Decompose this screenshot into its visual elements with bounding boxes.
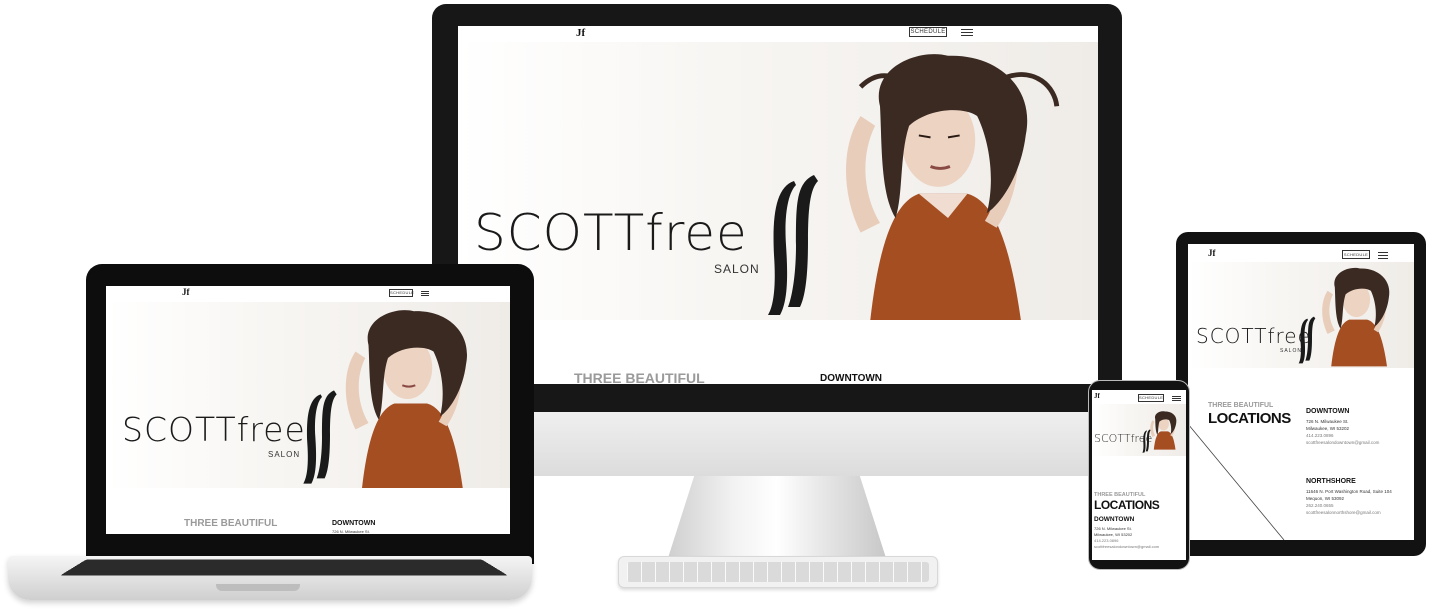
hero-section: SCOTTfree SALON: [106, 302, 510, 488]
hamburger-icon[interactable]: [1172, 396, 1181, 401]
location-name-downtown: DOWNTOWN: [332, 520, 376, 527]
hamburger-icon[interactable]: [961, 29, 973, 36]
brand-sub: SALON: [714, 262, 760, 276]
site-nav: Jf SCHEDULE: [1092, 390, 1186, 404]
schedule-button[interactable]: SCHEDULE: [909, 27, 947, 37]
imac-stand: [668, 476, 886, 558]
brand-wordmark: SCOTTfree: [474, 204, 748, 262]
location-name-northshore: NORTHSHORE: [1306, 478, 1356, 485]
imac-keyboard: [618, 556, 938, 588]
location-name-downtown: DOWNTOWN: [820, 373, 883, 384]
hero-model-image: [846, 54, 1060, 320]
hero-model-image: [1322, 267, 1390, 367]
imac-screen: Jf SCHEDULE SCOTTfree SALON THREE BEAUTI…: [458, 26, 1098, 384]
location-address1-northshore: 11646 N. Port Washington Road, Suite 104: [1306, 489, 1392, 494]
location-name-downtown: DOWNTOWN: [1094, 516, 1135, 523]
site-nav: Jf SCHEDULE: [1188, 244, 1414, 262]
location-address-downtown: 726 N. Milwaukee St.: [332, 529, 370, 534]
hero-section: SCOTTfree SALON: [1188, 262, 1414, 368]
schedule-button[interactable]: SCHEDULE: [1342, 250, 1370, 259]
location-address1-downtown: 726 N. Milwaukee St.: [1094, 526, 1132, 531]
phone-screen: Jf SCHEDULE SCOTTfree THREE BEAUTIFUL LO…: [1092, 390, 1186, 560]
schedule-button[interactable]: SCHEDULE: [1138, 394, 1164, 402]
hero-model-image: [1150, 411, 1177, 450]
location-phone-downtown[interactable]: 414.223.0896: [1094, 538, 1118, 543]
site-logo[interactable]: Jf: [182, 287, 190, 297]
hero-section: SCOTTfree: [1092, 404, 1186, 456]
laptop-notch: [216, 584, 300, 591]
location-name-downtown: DOWNTOWN: [1306, 408, 1350, 415]
location-email-downtown[interactable]: scottfreesalondowntown@gmail.com: [1094, 544, 1159, 549]
locations-heading: LOCATIONS: [1208, 410, 1291, 427]
location-address1-downtown: 726 N. Milwaukee St.: [1306, 419, 1349, 424]
three-beautiful-heading: THREE BEAUTIFUL: [574, 370, 705, 384]
brand-wordmark: SCOTTfree: [122, 410, 306, 449]
three-beautiful-heading: THREE BEAUTIFUL: [1208, 402, 1274, 409]
site-logo[interactable]: Jf: [576, 27, 585, 39]
location-email-downtown[interactable]: scottfreesalondowntown@gmail.com: [1306, 440, 1379, 445]
location-address2-downtown: Milwaukee, WI 53202: [1306, 426, 1350, 431]
location-address2-downtown: Milwaukee, WI 53202: [1094, 532, 1133, 537]
tablet-screen: Jf SCHEDULE SCOTTfree SALON THREE BEAUTI…: [1188, 244, 1414, 540]
site-nav: Jf SCHEDULE: [106, 286, 510, 300]
site-nav: Jf SCHEDULE: [458, 26, 1098, 42]
location-phone-downtown[interactable]: 414.223.0896: [1306, 433, 1334, 438]
site-logo[interactable]: Jf: [1094, 392, 1100, 400]
laptop-screen: Jf SCHEDULE SCOTTfree SALON THREE BEAUTI: [106, 286, 510, 534]
location-email-northshore[interactable]: scottfreesalonnorthshore@gmail.com: [1306, 510, 1381, 515]
hamburger-icon[interactable]: [1378, 252, 1388, 259]
laptop-keyboard: [59, 559, 509, 576]
schedule-button[interactable]: SCHEDULE: [389, 289, 414, 297]
location-address2-northshore: Mequon, WI 53092: [1306, 496, 1345, 501]
hamburger-icon[interactable]: [421, 291, 429, 296]
locations-heading: LOCATIONS: [1094, 498, 1160, 512]
brand-wordmark: SCOTTfree: [1196, 324, 1311, 348]
diagonal-divider: [1188, 424, 1285, 540]
brand-sub: SALON: [268, 450, 301, 459]
location-phone-northshore[interactable]: 262.240.0655: [1306, 503, 1334, 508]
site-logo[interactable]: Jf: [1208, 248, 1216, 258]
hero-section: SCOTTfree SALON: [458, 42, 1098, 320]
three-beautiful-heading: THREE BEAUTIFUL: [184, 518, 278, 529]
hero-model-image: [345, 310, 468, 488]
